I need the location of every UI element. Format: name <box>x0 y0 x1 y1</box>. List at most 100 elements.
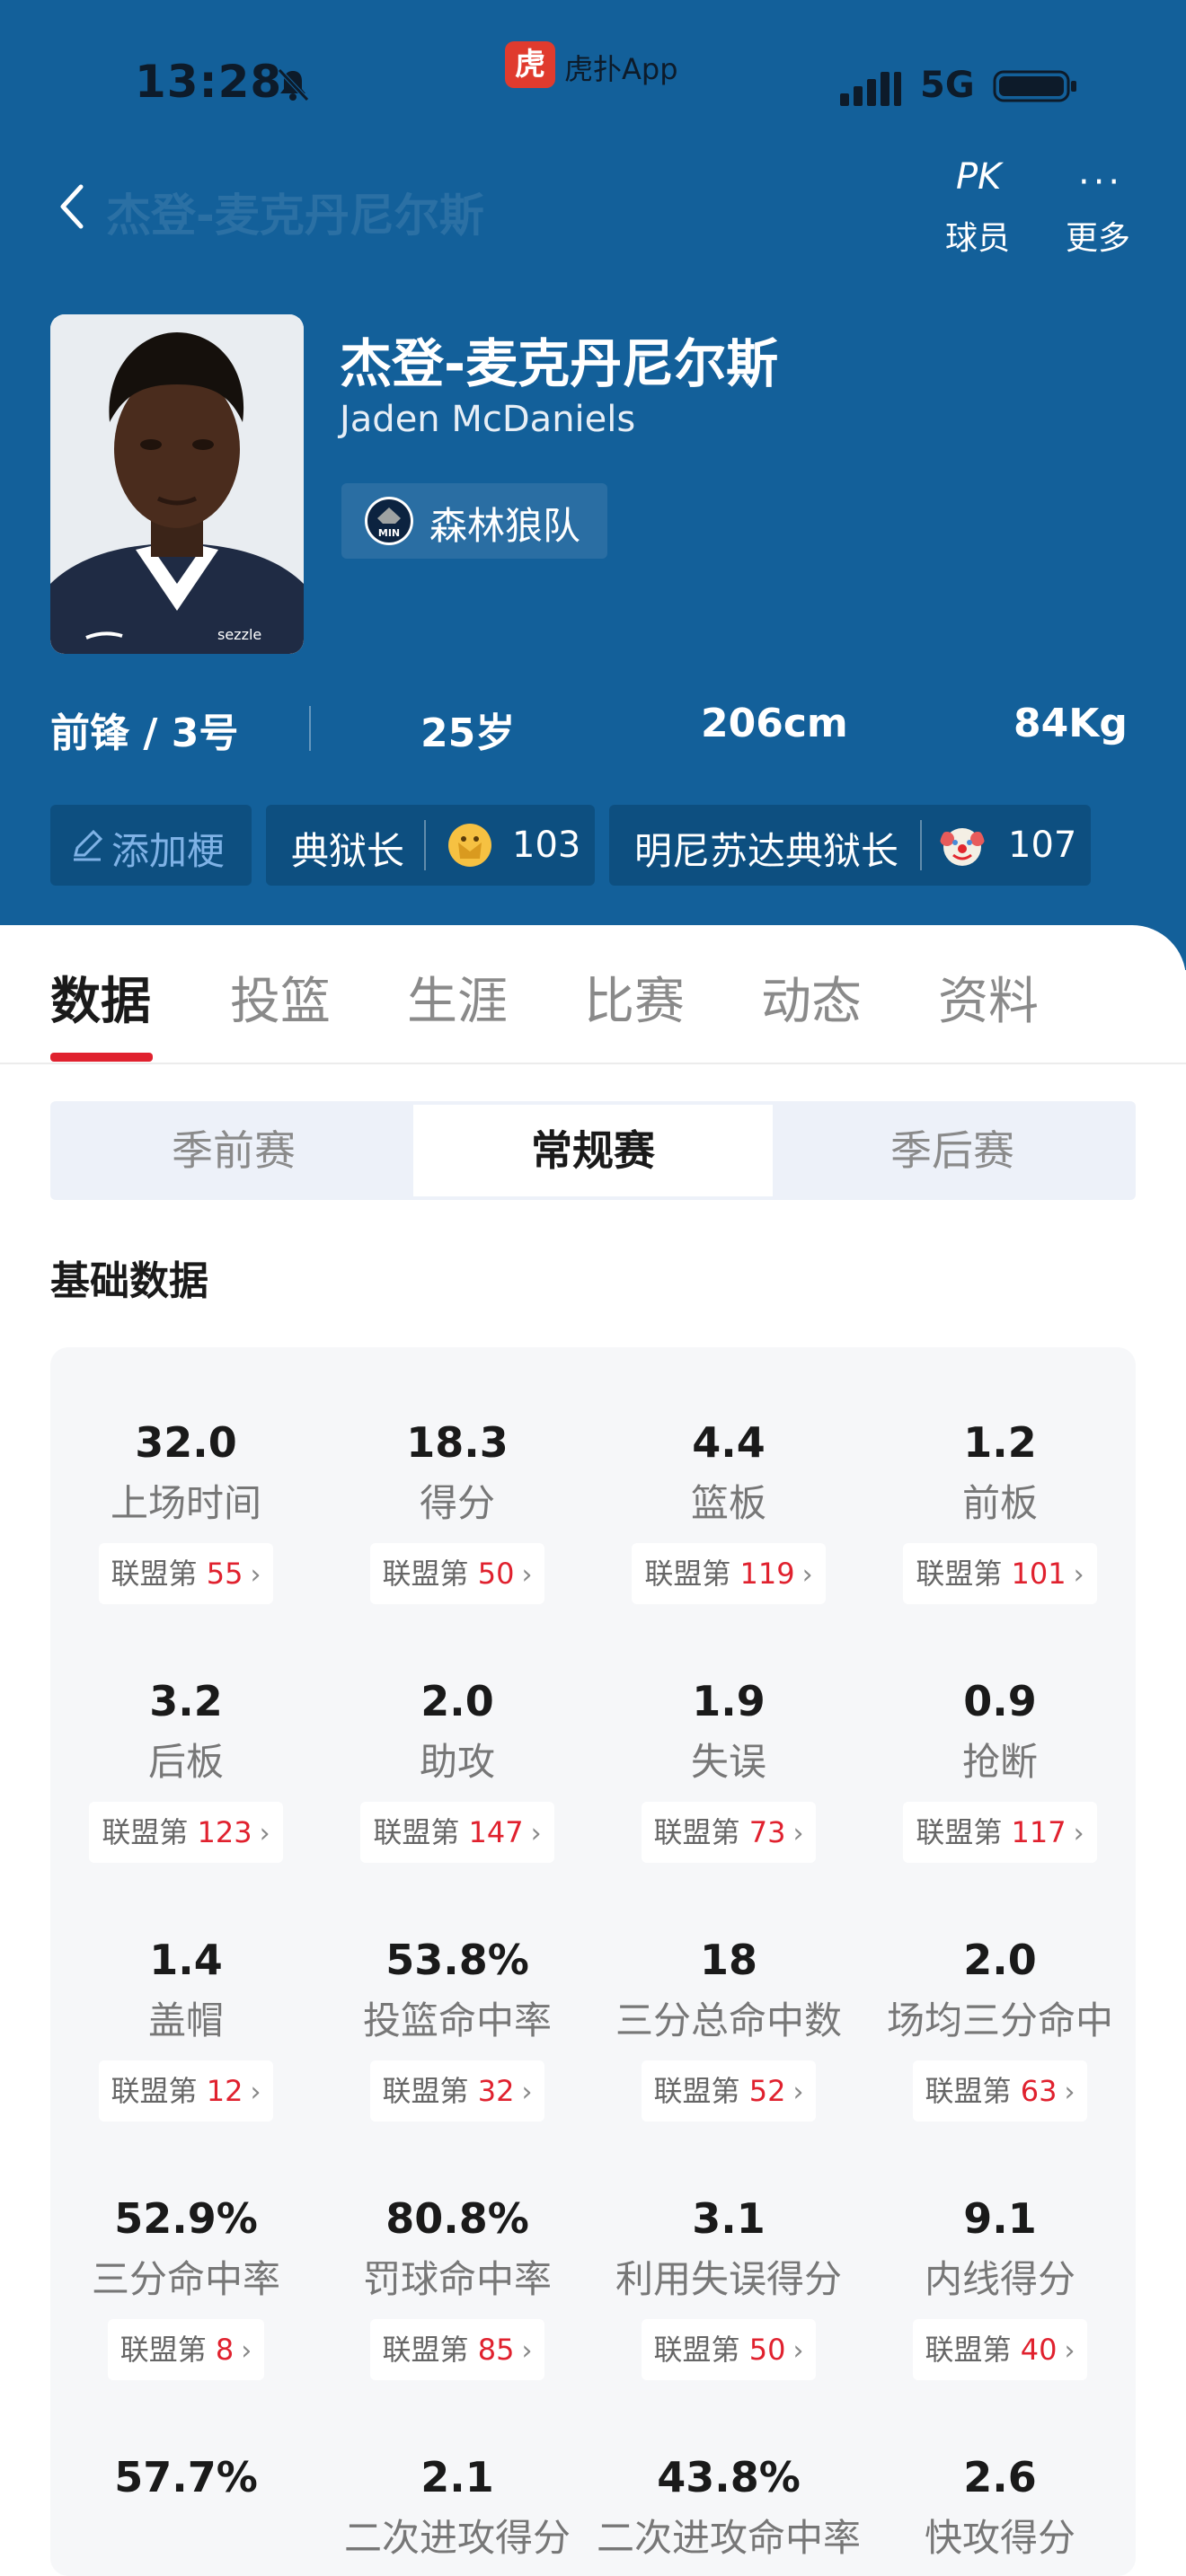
league-rank-button[interactable]: 联盟第 32 › <box>369 2060 545 2122</box>
chevron-right-icon: › <box>1064 2335 1075 2367</box>
stat-label: 助攻 <box>419 1740 495 1784</box>
nickname-tag-2[interactable]: 明尼苏达典狱长 107 <box>609 805 1091 886</box>
stat-cell: 3.1 利用失误得分 联盟第 50 › <box>593 2193 864 2380</box>
rank-number: 117 <box>1011 1815 1067 1849</box>
league-rank-button[interactable]: 联盟第 117 › <box>903 1802 1097 1863</box>
league-rank-button[interactable]: 联盟第 52 › <box>641 2060 817 2122</box>
league-rank-button[interactable]: 联盟第 147 › <box>360 1802 554 1863</box>
rank-number: 52 <box>748 2074 786 2108</box>
more-icon[interactable]: ··· <box>1078 162 1123 203</box>
stat-cell: 2.1 二次进攻得分 <box>322 2452 593 2562</box>
player-photo: sezzle <box>50 314 304 654</box>
stat-value: 2.0 <box>420 1677 494 1725</box>
rank-number: 40 <box>1020 2333 1058 2367</box>
league-rank-button[interactable]: 联盟第 12 › <box>98 2060 274 2122</box>
league-rank-button[interactable]: 联盟第 85 › <box>369 2319 545 2380</box>
app-name: 虎扑App <box>564 52 678 86</box>
rank-prefix: 联盟第 <box>925 2074 1021 2108</box>
league-rank-button[interactable]: 联盟第 119 › <box>632 1543 826 1604</box>
stat-cell: 2.0 场均三分命中 联盟第 63 › <box>864 1935 1136 2122</box>
chevron-right-icon: › <box>521 2077 533 2108</box>
rank-prefix: 联盟第 <box>102 1815 198 1849</box>
nickname-tag-1-text: 典狱长 <box>291 829 405 873</box>
league-rank-button[interactable]: 联盟第 63 › <box>912 2060 1088 2122</box>
section-title: 基础数据 <box>50 1258 208 1304</box>
chevron-right-icon: › <box>259 1818 270 1849</box>
stat-value: 1.4 <box>149 1936 223 1984</box>
league-rank-button[interactable]: 联盟第 50 › <box>641 2319 817 2380</box>
pk-icon[interactable]: PK <box>956 156 1001 198</box>
stat-label: 篮板 <box>690 1481 766 1525</box>
rank-number: 101 <box>1011 1557 1067 1591</box>
tab-news[interactable]: 动态 <box>761 961 862 1034</box>
tab-games[interactable]: 比赛 <box>584 961 685 1034</box>
chevron-right-icon: › <box>1064 2077 1075 2108</box>
tab-data[interactable]: 数据 <box>50 961 151 1034</box>
bio-divider <box>309 706 311 751</box>
pk-compare-button[interactable]: 球员 <box>945 212 1010 259</box>
league-rank-button[interactable]: 联盟第 101 › <box>903 1543 1097 1604</box>
stat-label: 抢断 <box>961 1740 1038 1784</box>
status-time: 13:28 <box>135 56 283 108</box>
league-rank-button[interactable]: 联盟第 8 › <box>107 2319 265 2380</box>
stat-value: 18.3 <box>406 1418 509 1467</box>
player-name-en: Jaden McDaniels <box>340 399 636 440</box>
league-rank-button[interactable]: 联盟第 50 › <box>369 1543 545 1604</box>
season-tab-preseason[interactable]: 季前赛 <box>54 1101 413 1200</box>
clown-face-emoji-icon <box>940 828 985 866</box>
stat-value: 18 <box>699 1936 757 1984</box>
stat-label: 罚球命中率 <box>362 2257 552 2301</box>
stat-value: 43.8% <box>657 2453 801 2501</box>
stat-cell: 32.0 上场时间 联盟第 55 › <box>50 1417 322 1604</box>
stat-value: 1.2 <box>963 1418 1037 1467</box>
player-age: 25岁 <box>420 710 516 756</box>
chevron-right-icon: › <box>1073 1818 1084 1849</box>
team-name[interactable]: 森林狼队 <box>429 496 580 551</box>
back-chevron-icon[interactable] <box>56 181 92 232</box>
tag-divider <box>424 820 426 870</box>
rank-number: 147 <box>468 1815 524 1849</box>
tab-profile[interactable]: 资料 <box>938 961 1039 1034</box>
rank-prefix: 联盟第 <box>916 1815 1012 1849</box>
rank-number: 32 <box>477 2074 515 2108</box>
stat-label: 二次进攻命中率 <box>596 2516 861 2560</box>
stat-value: 2.0 <box>963 1936 1037 1984</box>
league-rank-button[interactable]: 联盟第 123 › <box>89 1802 283 1863</box>
rank-number: 55 <box>206 1557 243 1591</box>
add-nickname-label: 添加梗 <box>111 829 226 873</box>
rank-prefix: 联盟第 <box>382 1557 478 1591</box>
stat-value: 3.2 <box>149 1677 223 1725</box>
stat-cell: 4.4 篮板联盟第 119 › <box>593 1417 864 1604</box>
pencil-icon <box>74 829 103 861</box>
nickname-tag-1[interactable]: 典狱长 103 <box>266 805 595 886</box>
stat-label: 内线得分 <box>924 2257 1075 2301</box>
tab-shooting[interactable]: 投篮 <box>230 961 331 1034</box>
more-button[interactable]: 更多 <box>1066 212 1130 259</box>
stat-label: 后板 <box>147 1740 224 1784</box>
league-rank-button[interactable]: 联盟第 73 › <box>641 1802 817 1863</box>
chevron-right-icon: › <box>801 1559 813 1591</box>
stat-value: 1.9 <box>692 1677 766 1725</box>
season-tab-playoffs[interactable]: 季后赛 <box>773 1101 1132 1200</box>
season-tab-regular[interactable]: 常规赛 <box>413 1101 773 1200</box>
nickname-tag-2-count: 107 <box>1008 825 1077 866</box>
network-type: 5G <box>920 65 975 106</box>
team-logo-text: MIN <box>378 527 400 539</box>
rank-number: 50 <box>477 1557 515 1591</box>
stat-label: 失误 <box>690 1740 766 1784</box>
stat-label: 二次进攻得分 <box>343 2516 571 2560</box>
stat-label: 得分 <box>419 1481 495 1525</box>
league-rank-button[interactable]: 联盟第 40 › <box>912 2319 1088 2380</box>
chevron-right-icon: › <box>241 2335 252 2367</box>
rank-prefix: 联盟第 <box>373 1815 469 1849</box>
stat-value: 2.6 <box>963 2453 1037 2501</box>
tab-career[interactable]: 生涯 <box>407 961 508 1034</box>
stat-cell: 2.6 快攻得分 <box>864 2452 1136 2562</box>
stat-label: 上场时间 <box>110 1481 261 1525</box>
add-nickname-button[interactable]: 添加梗 <box>50 805 252 886</box>
stat-value: 4.4 <box>692 1418 766 1467</box>
stat-cell: 53.8% 投篮命中率 联盟第 32 › <box>322 1935 593 2122</box>
league-rank-button[interactable]: 联盟第 55 › <box>98 1543 274 1604</box>
player-weight: 84Kg <box>1013 701 1128 746</box>
stat-cell: 1.2 前板 联盟第 101 › <box>864 1417 1136 1604</box>
